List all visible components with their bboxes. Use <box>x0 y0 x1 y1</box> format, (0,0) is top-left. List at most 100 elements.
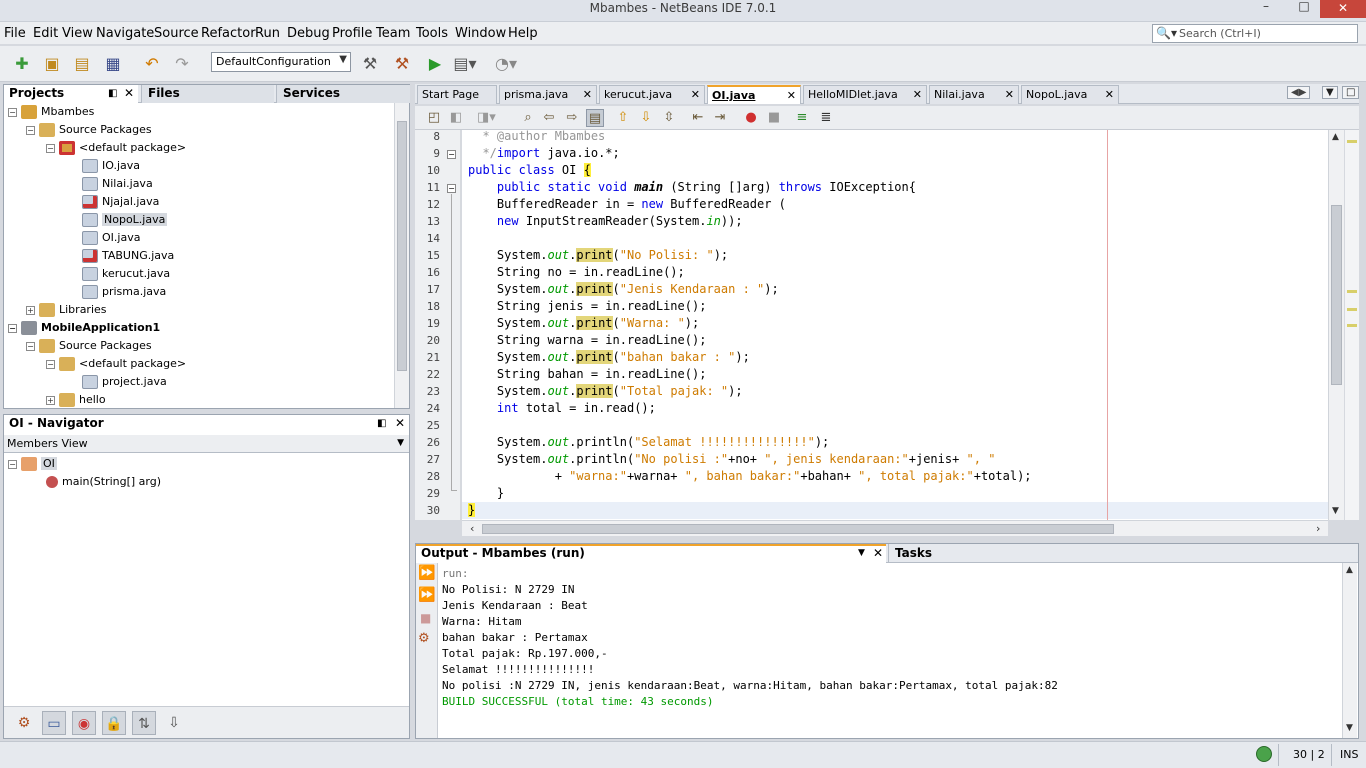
collapse-toggle[interactable]: − <box>8 459 17 469</box>
filter-static-icon[interactable]: ◉ <box>72 711 96 735</box>
tree-node-mobileapplication1[interactable]: − MobileApplication1 <box>8 319 160 337</box>
members-view-select[interactable]: Members View ▼ <box>4 435 409 453</box>
back-icon[interactable]: ◨▾ <box>477 109 496 127</box>
open-project-icon[interactable]: ▤ <box>70 52 94 76</box>
nav-class-oi[interactable]: − OI <box>8 455 57 473</box>
stop-icon[interactable]: ■ <box>420 611 431 625</box>
close-tab-icon[interactable]: ✕ <box>787 87 796 105</box>
expand-toggle[interactable]: + <box>26 305 35 315</box>
collapse-toggle[interactable]: − <box>46 359 55 369</box>
minimize-button[interactable]: – <box>1258 0 1274 14</box>
sort-by-name-icon[interactable]: ⇅ <box>132 711 156 735</box>
close-tab-icon[interactable]: ✕ <box>691 86 700 104</box>
clean-build-icon[interactable]: ⚒ <box>390 52 414 76</box>
tab-nilai[interactable]: Nilai.java ✕ <box>929 85 1019 104</box>
new-file-icon[interactable]: ✚ <box>10 52 34 76</box>
error-stripe-mark[interactable] <box>1347 290 1357 293</box>
tree-node-default-package[interactable]: − <default package> <box>46 139 186 157</box>
menu-window[interactable]: Window <box>455 26 506 41</box>
find-previous-icon[interactable]: ⇦ <box>540 109 558 127</box>
scroll-up-icon[interactable]: ▲ <box>1346 565 1353 575</box>
error-stripe-mark[interactable] <box>1347 140 1357 143</box>
menu-run[interactable]: Run <box>255 26 280 41</box>
close-tab-icon[interactable]: ✕ <box>873 546 883 561</box>
record-macro-icon[interactable]: ● <box>742 109 760 127</box>
tab-kerucut[interactable]: kerucut.java ✕ <box>599 85 705 104</box>
scroll-up-icon[interactable]: ▲ <box>1332 132 1339 142</box>
notifications-icon[interactable] <box>1256 746 1272 762</box>
search-field[interactable]: 🔍▾ Search (Ctrl+I) <box>1152 24 1358 43</box>
comment-icon[interactable]: ≡ <box>793 109 811 127</box>
toggle-bookmark-icon[interactable]: ⇳ <box>660 109 678 127</box>
minimize-panel-icon[interactable]: ▼ <box>858 546 865 561</box>
toggle-highlight-icon[interactable]: ▤ <box>586 109 604 127</box>
scrollbar-thumb[interactable] <box>482 524 1114 534</box>
find-next-icon[interactable]: ⇨ <box>563 109 581 127</box>
minimize-panel-icon[interactable]: ◧ <box>108 85 117 102</box>
tree-node-source-packages-2[interactable]: − Source Packages <box>26 337 152 355</box>
menu-file[interactable]: File <box>4 26 26 41</box>
scroll-right-icon[interactable]: › <box>1316 522 1320 535</box>
tab-projects[interactable]: Projects ◧ ✕ <box>4 85 138 103</box>
filter-nonpublic-icon[interactable]: 🔒 <box>102 711 126 735</box>
menu-source[interactable]: Source <box>154 26 199 41</box>
close-tab-icon[interactable]: ✕ <box>1005 86 1014 104</box>
menu-debug[interactable]: Debug <box>287 26 330 41</box>
close-tab-icon[interactable]: ✕ <box>395 415 405 432</box>
collapse-toggle[interactable]: − <box>8 107 17 117</box>
close-tab-icon[interactable]: ✕ <box>913 86 922 104</box>
redo-icon[interactable]: ↷ <box>170 52 194 76</box>
tab-output[interactable]: Output - Mbambes (run) ▼ ✕ <box>416 544 886 563</box>
close-tab-icon[interactable]: ✕ <box>124 85 134 102</box>
tab-files[interactable]: Files <box>141 85 274 103</box>
projects-scrollbar[interactable] <box>394 103 409 408</box>
tab-tasks[interactable]: Tasks <box>888 544 1358 563</box>
editor-vertical-scrollbar[interactable]: ▲ ▼ <box>1328 130 1344 520</box>
tree-node-libraries[interactable]: + Libraries <box>26 301 107 319</box>
collapse-toggle[interactable]: − <box>46 143 55 153</box>
collapse-toggle[interactable]: − <box>8 323 17 333</box>
undo-icon[interactable]: ↶ <box>140 52 164 76</box>
tree-file-nopol[interactable]: NopoL.java <box>82 211 168 229</box>
minimize-panel-icon[interactable]: ◧ <box>377 415 386 432</box>
menu-tools[interactable]: Tools <box>416 26 448 41</box>
menu-help[interactable]: Help <box>508 26 538 41</box>
tree-node-default-package-2[interactable]: − <default package> <box>46 355 186 373</box>
profile-icon[interactable]: ◔▾ <box>494 52 518 76</box>
shift-left-icon[interactable]: ⇤ <box>689 109 707 127</box>
menu-refactor[interactable]: Refactor <box>201 26 256 41</box>
scroll-left-icon[interactable]: ‹ <box>470 522 474 535</box>
next-bookmark-icon[interactable]: ⇩ <box>637 109 655 127</box>
scroll-down-icon[interactable]: ▼ <box>1346 723 1353 733</box>
tree-file-nilai[interactable]: Nilai.java <box>82 175 153 193</box>
menu-navigate[interactable]: Navigate <box>96 26 154 41</box>
filter-inherited-icon[interactable]: ⚙ <box>12 711 36 735</box>
tree-file-prisma[interactable]: prisma.java <box>82 283 166 301</box>
tab-list-icon[interactable]: ▼ <box>1322 86 1338 99</box>
build-icon[interactable]: ⚒ <box>358 52 382 76</box>
scroll-down-icon[interactable]: ▼ <box>1332 506 1339 516</box>
tab-nopol[interactable]: NopoL.java ✕ <box>1021 85 1119 104</box>
collapse-toggle[interactable]: − <box>26 341 35 351</box>
menu-view[interactable]: View <box>62 26 93 41</box>
scroll-tabs-icon[interactable]: ◀▶ <box>1287 86 1311 99</box>
editor-horizontal-scrollbar[interactable]: ‹ › <box>462 520 1328 536</box>
tab-oi[interactable]: OI.java ✕ <box>707 85 801 104</box>
code-editor[interactable]: * @author Mbambes */import java.io.*; pu… <box>462 130 1328 520</box>
tab-navigator[interactable]: OI - Navigator ◧ ✕ <box>4 415 409 433</box>
find-icon[interactable]: ⌕ <box>519 109 537 127</box>
error-stripe-mark[interactable] <box>1347 324 1357 327</box>
tree-node-source-packages[interactable]: − Source Packages <box>26 121 152 139</box>
nav-method-main[interactable]: main(String[] arg) <box>46 473 161 491</box>
tab-prisma[interactable]: prisma.java ✕ <box>499 85 597 104</box>
tab-hellomidlet[interactable]: HelloMIDlet.java ✕ <box>803 85 927 104</box>
collapse-toggle[interactable]: − <box>26 125 35 135</box>
scrollbar-thumb[interactable] <box>1331 205 1342 385</box>
rerun-with-params-icon[interactable]: ⏩ <box>418 587 435 603</box>
stop-macro-icon[interactable]: ■ <box>765 109 783 127</box>
shift-right-icon[interactable]: ⇥ <box>711 109 729 127</box>
menu-edit[interactable]: Edit <box>33 26 58 41</box>
error-stripe-mark[interactable] <box>1347 308 1357 311</box>
settings-icon[interactable]: ⚙ <box>418 631 430 646</box>
tab-start-page[interactable]: Start Page <box>417 85 497 104</box>
